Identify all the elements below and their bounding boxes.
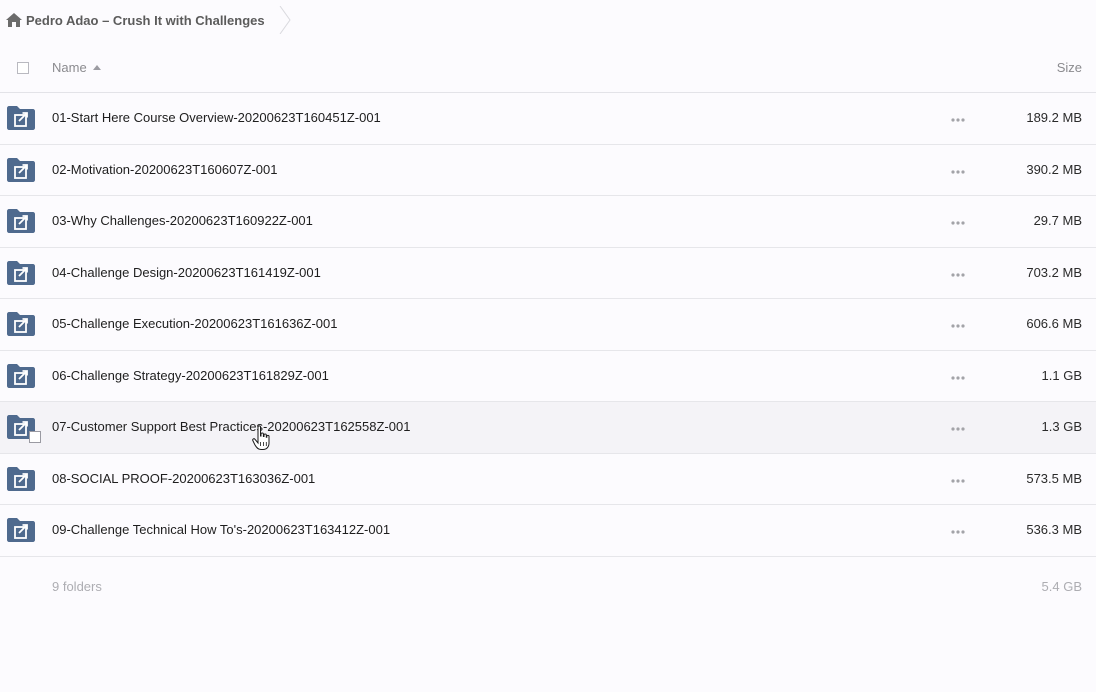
folder-size: 1.1 GB [1041, 367, 1082, 383]
list-header: Name Size [0, 42, 1096, 93]
more-dots-icon[interactable] [950, 117, 966, 123]
folder-row[interactable]: 06-Challenge Strategy-20200623T161829Z-0… [0, 351, 1096, 402]
folder-size: 536.3 MB [1026, 522, 1082, 537]
folder-row[interactable]: 02-Motivation-20200623T160607Z-001 390.2 … [0, 145, 1096, 196]
folder-size: 29.7 MB [1033, 213, 1082, 228]
folder-size: 1.3 GB [1041, 419, 1082, 434]
more-dots-icon[interactable] [950, 272, 966, 278]
folder-name[interactable]: 02-Motivation-20200623T160607Z-001 [52, 162, 278, 177]
folder-name[interactable]: 04-Challenge Design-20200623T161419Z-001 [52, 265, 321, 280]
more-dots-icon[interactable] [950, 426, 966, 432]
folder-row[interactable]: 05-Challenge Execution-20200623T161636Z-… [0, 299, 1096, 351]
folder-name[interactable]: 07-Customer Support Best Practices-20200… [52, 419, 410, 434]
more-dots-icon[interactable] [950, 169, 966, 175]
shared-folder-icon [7, 106, 35, 130]
sort-ascending-icon [92, 65, 101, 70]
breadcrumb: Pedro Adao – Crush It with Challenges [6, 6, 291, 34]
shared-folder-icon [7, 518, 35, 542]
shared-folder-icon [7, 312, 35, 336]
folder-name[interactable]: 09-Challenge Technical How To's-20200623… [52, 522, 390, 537]
folder-count: 9 folders [52, 579, 102, 594]
folder-size: 606.6 MB [1026, 316, 1082, 331]
shared-folder-icon [7, 466, 35, 491]
row-checkbox[interactable] [29, 431, 41, 443]
folder-row[interactable]: 08-SOCIAL PROOF-20200623T163036Z-001 573.… [0, 454, 1096, 505]
shared-folder-icon [7, 157, 35, 182]
folder-name[interactable]: 03-Why Challenges-20200623T160922Z-001 [52, 213, 313, 228]
column-header-name[interactable]: Name [52, 60, 101, 75]
folder-row[interactable]: 07-Customer Support Best Practices-20200… [0, 402, 1096, 454]
folder-list: 01-Start Here Course Overview-20200623T1… [0, 93, 1096, 557]
folder-row[interactable]: 03-Why Challenges-20200623T160922Z-001 29… [0, 196, 1096, 248]
select-all-checkbox[interactable] [17, 62, 29, 74]
more-dots-icon[interactable] [950, 220, 966, 226]
folder-name[interactable]: 01-Start Here Course Overview-20200623T1… [52, 110, 381, 125]
folder-row[interactable]: 04-Challenge Design-20200623T161419Z-001… [0, 248, 1096, 299]
more-dots-icon[interactable] [950, 478, 966, 484]
folder-row[interactable]: 09-Challenge Technical How To's-20200623… [0, 505, 1096, 557]
file-browser: Pedro Adao – Crush It with Challenges Na… [0, 0, 1096, 692]
more-dots-icon[interactable] [950, 375, 966, 381]
shared-folder-icon [7, 209, 35, 233]
total-size: 5.4 GB [1041, 579, 1082, 594]
chevron-right-icon [279, 6, 291, 34]
column-header-size[interactable]: Size [1057, 60, 1082, 75]
folder-row[interactable]: 01-Start Here Course Overview-20200623T1… [0, 93, 1096, 145]
folder-name[interactable]: 08-SOCIAL PROOF-20200623T163036Z-001 [52, 471, 315, 486]
folder-size: 390.2 MB [1026, 161, 1082, 177]
home-icon[interactable] [6, 13, 22, 27]
column-header-name-label: Name [52, 60, 87, 75]
folder-name[interactable]: 06-Challenge Strategy-20200623T161829Z-0… [52, 368, 329, 383]
folder-size: 189.2 MB [1026, 110, 1082, 125]
folder-size: 703.2 MB [1026, 264, 1082, 280]
folder-name[interactable]: 05-Challenge Execution-20200623T161636Z-… [52, 316, 338, 331]
shared-folder-icon [7, 260, 35, 285]
more-dots-icon[interactable] [950, 323, 966, 329]
more-dots-icon[interactable] [950, 529, 966, 535]
breadcrumb-current-folder[interactable]: Pedro Adao – Crush It with Challenges [26, 13, 265, 28]
shared-folder-icon [7, 363, 35, 388]
folder-size: 573.5 MB [1026, 470, 1082, 486]
